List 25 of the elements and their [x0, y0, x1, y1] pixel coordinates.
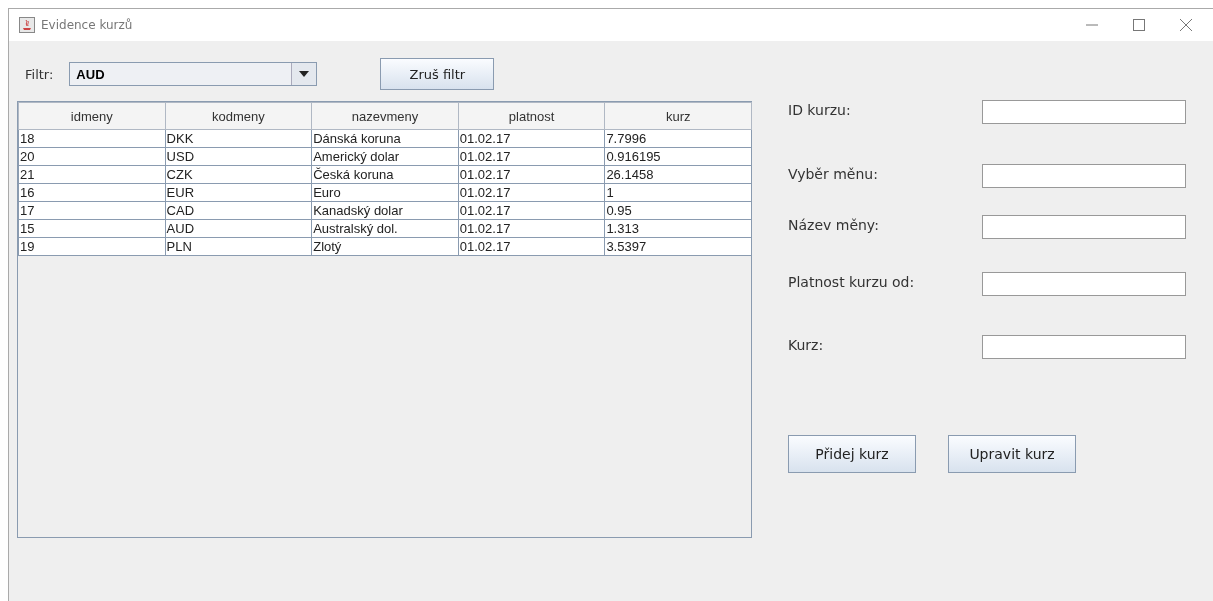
field-label: Kurz: [788, 337, 824, 353]
column-header[interactable]: idmeny [18, 102, 166, 130]
column-header[interactable]: platnost [458, 102, 605, 130]
field-label: Název měny: [788, 217, 879, 233]
clear-filter-button[interactable]: Zruš filtr [380, 58, 495, 90]
filter-dropdown[interactable]: AUD [69, 62, 318, 86]
field-label: Platnost kurzu od: [788, 274, 915, 290]
close-icon[interactable] [1179, 18, 1193, 32]
column-header[interactable]: kurz [604, 102, 752, 130]
dropdown-arrow-icon [299, 71, 310, 77]
input-field[interactable] [982, 215, 1186, 239]
filter-label: Filtr: [25, 66, 54, 82]
input-field[interactable] [982, 272, 1186, 296]
input-field[interactable] [982, 100, 1186, 124]
field-label: ID kurzu: [788, 102, 851, 118]
field-label: Vyběr měnu: [788, 166, 878, 182]
input-field[interactable] [982, 164, 1186, 188]
input-field[interactable] [982, 335, 1186, 359]
column-header[interactable]: kodmeny [165, 102, 312, 130]
action-button[interactable]: Upravit kurz [948, 435, 1076, 473]
app-icon [19, 17, 35, 33]
maximize-icon[interactable] [1132, 18, 1146, 32]
column-header[interactable]: nazevmeny [311, 102, 459, 130]
action-button[interactable]: Přidej kurz [788, 435, 916, 473]
window-title: Evidence kurzů [41, 18, 133, 32]
